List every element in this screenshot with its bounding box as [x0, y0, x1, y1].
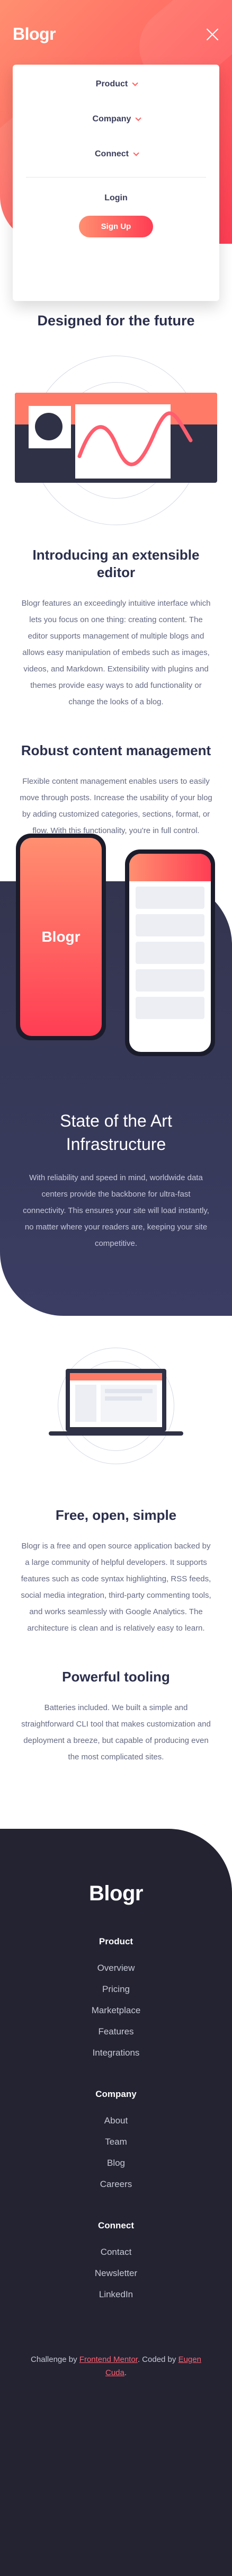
menu-item-label: Connect	[95, 149, 129, 158]
signup-button[interactable]: Sign Up	[78, 216, 154, 237]
phone-card	[136, 942, 204, 964]
infrastructure-body: With reliability and speed in mind, worl…	[23, 1173, 209, 1248]
attribution-text: Challenge by	[31, 2355, 77, 2364]
footer-link[interactable]: LinkedIn	[0, 2289, 232, 2300]
footer-link[interactable]: Features	[0, 2026, 232, 2037]
phone-card	[136, 969, 204, 992]
phone-screen: Blogr	[20, 838, 102, 1036]
footer-heading: Connect	[98, 2220, 134, 2230]
wave-shape	[77, 411, 193, 466]
phone-mockup: Blogr	[16, 834, 106, 1040]
feature-title: Robust content management	[21, 742, 211, 758]
section-future: Designed for the future Introducing an e…	[0, 244, 232, 839]
phone-logo: Blogr	[41, 928, 81, 945]
menu-item-product[interactable]: Product	[13, 79, 219, 89]
footer-link[interactable]: Marketplace	[0, 2005, 232, 2016]
laptop-illustration	[0, 1348, 232, 1507]
feature-content-management: Robust content management Flexible conte…	[0, 742, 232, 839]
section-tooling: Free, open, simple Blogr is a free and o…	[0, 1348, 232, 1765]
mobile-menu: Product Company Connect Login Sign Up	[13, 65, 219, 301]
feature-body: Blogr features an exceedingly intuitive …	[21, 599, 211, 706]
footer-column-connect: Connect Contact Newsletter LinkedIn	[0, 2220, 232, 2300]
laptop-mockup	[49, 1369, 183, 1436]
phone-card	[136, 914, 204, 936]
footer-link[interactable]: Team	[0, 2137, 232, 2147]
section-title: Designed for the future	[37, 313, 195, 329]
feature-editor: Introducing an extensible editor Blogr f…	[0, 546, 232, 710]
footer-link[interactable]: Overview	[0, 1963, 232, 1973]
footer-logo[interactable]: Blogr	[0, 1882, 232, 1906]
phone-card	[136, 997, 204, 1019]
editor-illustration	[0, 356, 232, 525]
footer-link[interactable]: Newsletter	[0, 2268, 232, 2279]
feature-title: Powerful tooling	[62, 1669, 170, 1685]
chevron-down-icon	[135, 115, 142, 121]
frontend-mentor-link[interactable]: Frontend Mentor	[79, 2355, 138, 2364]
footer-column-product: Product Overview Pricing Marketplace Fea…	[0, 1936, 232, 2058]
infrastructure-title: State of the Art Infrastructure	[60, 1111, 172, 1154]
feature-body: Blogr is a free and open source applicat…	[21, 1542, 211, 1633]
footer-link[interactable]: Careers	[0, 2179, 232, 2190]
attribution-text: .	[124, 2368, 127, 2377]
feature-body: Batteries included. We built a simple an…	[21, 1703, 211, 1761]
feature-free-open: Free, open, simple Blogr is a free and o…	[0, 1507, 232, 1636]
phone-mockup	[125, 849, 215, 1056]
attribution: Challenge by Frontend Mentor. Coded by E…	[0, 2353, 232, 2379]
attribution-text: . Coded by	[137, 2355, 176, 2364]
feature-title: Free, open, simple	[55, 1507, 177, 1523]
login-link[interactable]: Login	[13, 193, 219, 203]
feature-body: Flexible content management enables user…	[20, 777, 212, 835]
chevron-down-icon	[132, 80, 138, 86]
footer-link[interactable]: Blog	[0, 2158, 232, 2168]
footer-heading: Product	[99, 1936, 133, 1946]
footer-column-company: Company About Team Blog Careers	[0, 2089, 232, 2190]
menu-item-connect[interactable]: Connect	[13, 149, 219, 159]
infrastructure-text: State of the Art Infrastructure With rel…	[0, 1109, 232, 1252]
footer-link[interactable]: Contact	[0, 2247, 232, 2258]
menu-item-company[interactable]: Company	[13, 114, 219, 124]
footer-link[interactable]: Pricing	[0, 1984, 232, 1995]
phone-card	[136, 887, 204, 909]
footer-heading: Company	[95, 2089, 137, 2099]
footer-link[interactable]: Integrations	[0, 2048, 232, 2058]
phone-screen	[129, 854, 211, 1052]
menu-divider	[26, 177, 206, 178]
phone-header	[129, 854, 211, 881]
feature-title: Introducing an extensible editor	[32, 547, 200, 580]
feature-tooling: Powerful tooling Batteries included. We …	[0, 1668, 232, 1765]
footer-link[interactable]: About	[0, 2115, 232, 2126]
section-infrastructure: Blogr State of the Art Infrastructure Wi…	[0, 834, 232, 1316]
footer: Blogr Product Overview Pricing Marketpla…	[0, 1829, 232, 2576]
menu-item-label: Company	[92, 114, 131, 123]
menu-item-label: Product	[95, 79, 128, 88]
chevron-down-icon	[133, 150, 139, 156]
